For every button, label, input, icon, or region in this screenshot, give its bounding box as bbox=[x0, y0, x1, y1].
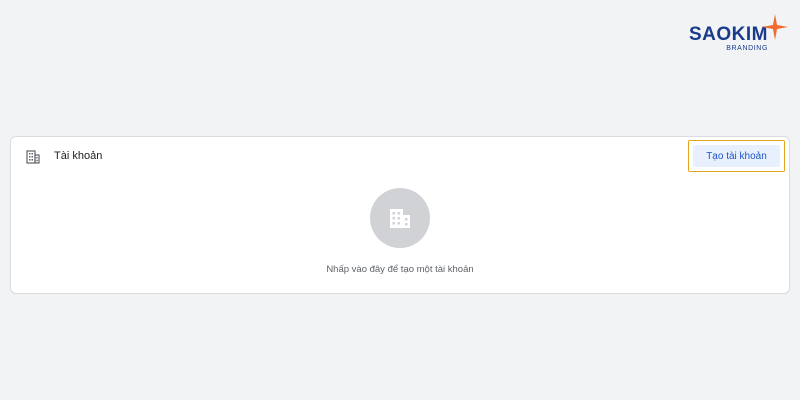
building-icon bbox=[26, 150, 40, 164]
sparkle-icon bbox=[762, 14, 788, 40]
logo-subtitle: BRANDING bbox=[726, 45, 768, 52]
empty-state-message[interactable]: Nhấp vào đây để tạo một tài khoản bbox=[11, 264, 789, 275]
card-title: Tài khoản bbox=[54, 150, 103, 162]
logo-wordmark: SAOKIM bbox=[689, 24, 768, 45]
empty-state-button[interactable] bbox=[370, 188, 430, 248]
page: SAOKIM BRANDING Tài khoản Tạo tài khoản bbox=[0, 0, 800, 400]
card-header: Tài khoản Tạo tài khoản bbox=[11, 137, 789, 177]
create-account-button[interactable]: Tạo tài khoản bbox=[693, 145, 780, 167]
building-icon bbox=[390, 209, 410, 228]
create-button-focus-ring: Tạo tài khoản bbox=[688, 140, 785, 172]
brand-logo: SAOKIM BRANDING bbox=[670, 14, 788, 58]
account-card: Tài khoản Tạo tài khoản Nhấp vào đây để … bbox=[10, 136, 790, 294]
